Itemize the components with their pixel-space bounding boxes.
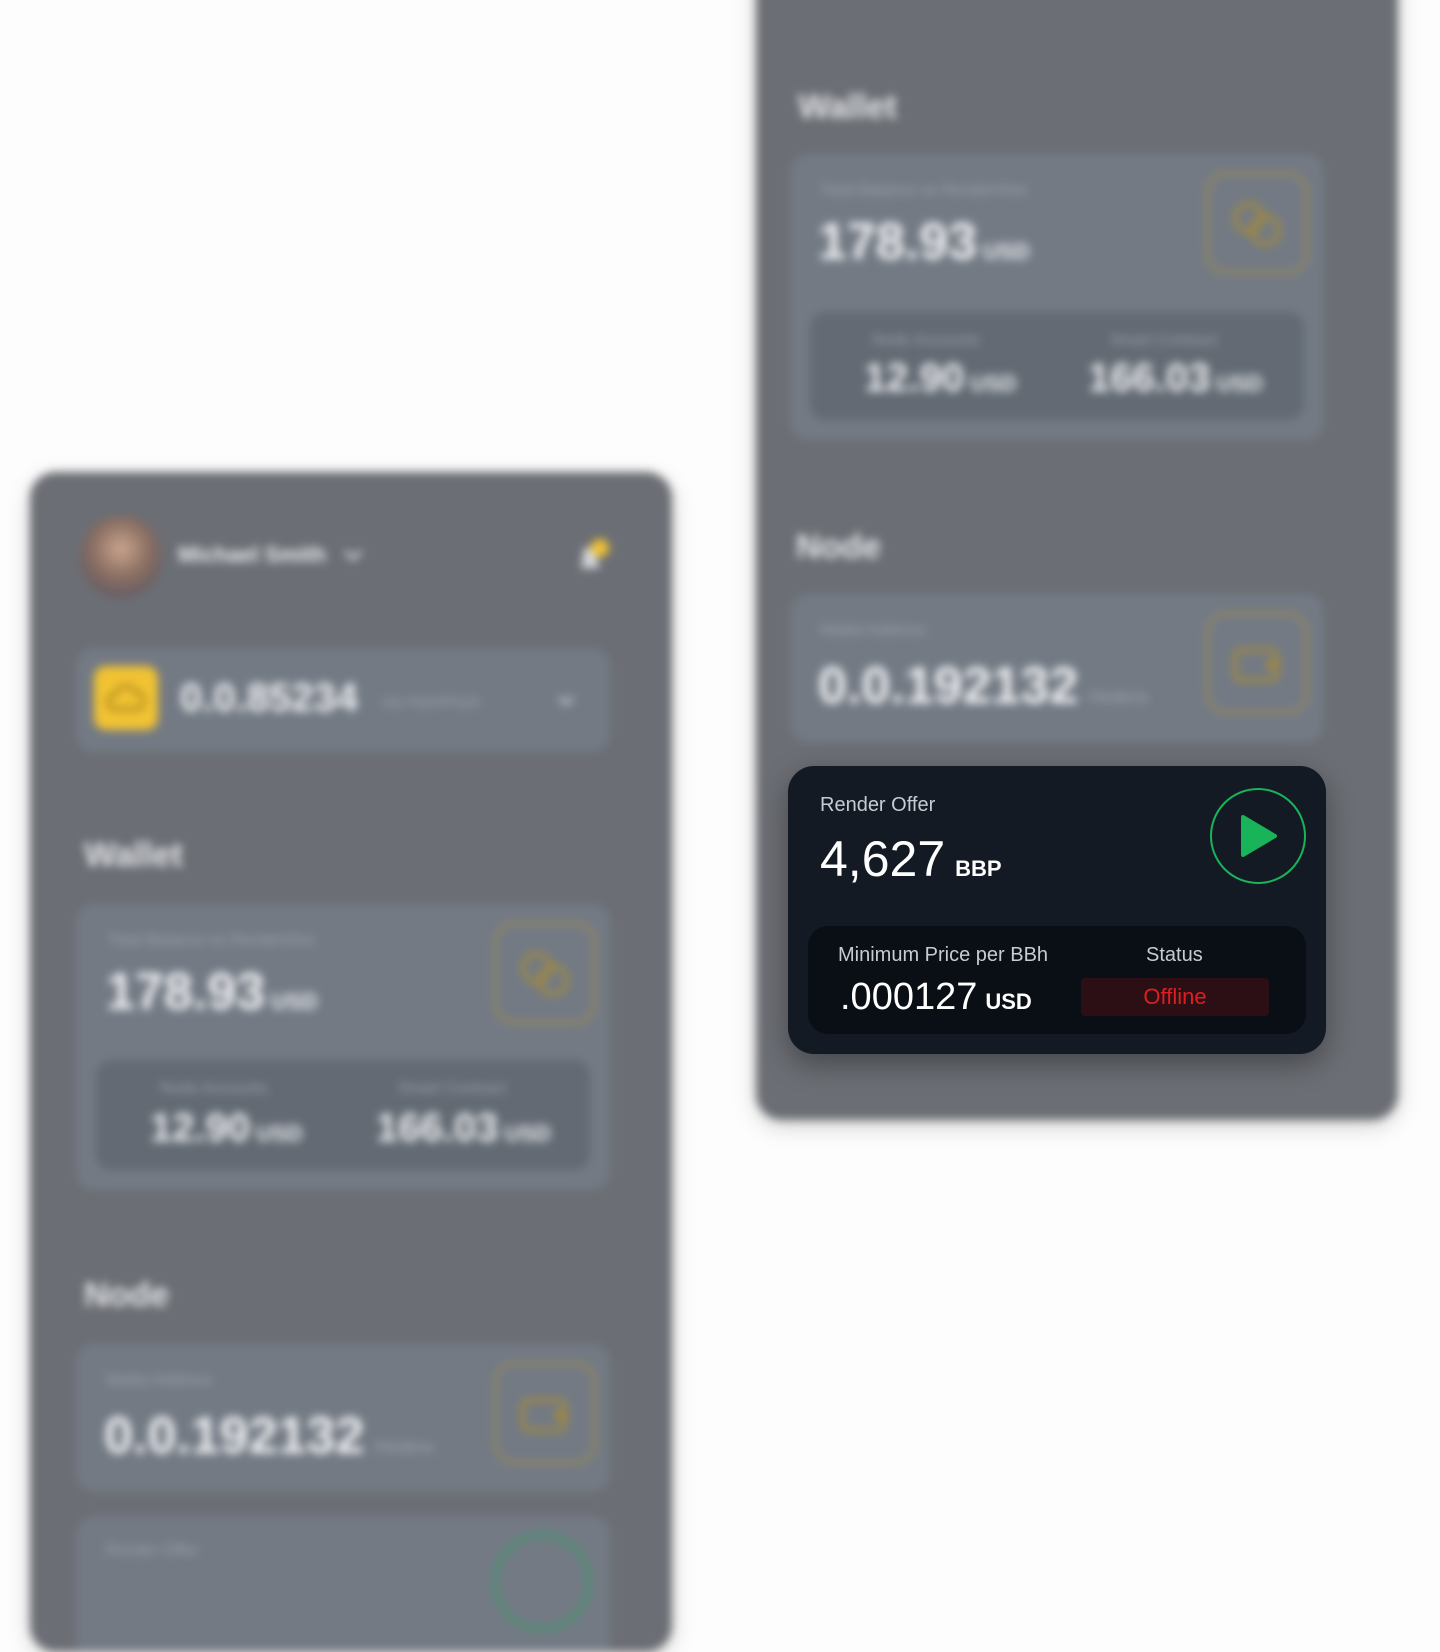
wallet-address-label: Wallet Address — [106, 1372, 213, 1389]
coins-icon[interactable] — [1206, 172, 1308, 274]
wallet-address-label: Wallet Address — [820, 622, 927, 639]
render-offer-card: Render Offer 4,627 BBP Minimum Price per … — [788, 766, 1326, 1054]
wallet-breakdown: Node Accounts 12.90 USD Smart Contract 16… — [96, 1060, 590, 1170]
wallet-icon[interactable] — [494, 1362, 596, 1464]
coins-icon[interactable] — [494, 922, 596, 1024]
min-price-label: Minimum Price per BBh — [838, 944, 1049, 966]
balance-source: via HashPack — [382, 694, 480, 711]
node-accounts-value: 12.90 USD — [864, 356, 1017, 400]
status-badge: Offline — [1081, 978, 1269, 1016]
avatar[interactable] — [80, 516, 162, 598]
smart-contract-label: Smart Contract — [1110, 332, 1218, 349]
node-accounts-value: 12.90 USD — [150, 1106, 303, 1150]
total-balance-label: Total Balance on RenderHive — [820, 182, 1028, 199]
left-dashboard-panel: Michael Smith 0.0.85234 via HashPack Wal… — [30, 472, 672, 1652]
total-balance-value: 178.93 USD — [106, 963, 318, 1021]
min-price-amount: .000127 — [840, 976, 978, 1018]
render-offer-label: Render Offer — [820, 794, 936, 816]
smart-contract-label: Smart Contract — [398, 1080, 506, 1097]
play-button-preview[interactable] — [494, 1534, 590, 1630]
node-wallet-card: Wallet Address 0.0.192132 Hedera — [76, 1344, 610, 1492]
cloud-icon — [94, 666, 158, 730]
balance-card[interactable]: 0.0.85234 via HashPack — [76, 648, 610, 752]
play-button[interactable] — [1210, 788, 1306, 884]
render-offer-details: Minimum Price per BBh .000127 USD Status … — [808, 926, 1306, 1034]
node-section-title: Node — [84, 1276, 169, 1314]
min-price-value: .000127 USD — [840, 976, 1032, 1019]
total-balance-label: Total Balance on RenderHive — [108, 932, 316, 949]
render-offer-unit: BBP — [955, 856, 1002, 881]
wallet-section-title: Wallet — [798, 88, 897, 126]
notification-bell-icon[interactable] — [570, 538, 610, 578]
wallet-card: Total Balance on RenderHive 178.93 USD No… — [790, 154, 1324, 440]
wallet-card: Total Balance on RenderHive 178.93 USD No… — [76, 904, 610, 1190]
user-name[interactable]: Michael Smith — [178, 542, 326, 568]
smart-contract-value: 166.03 USD — [376, 1106, 551, 1150]
wallet-icon[interactable] — [1206, 612, 1308, 714]
balance-dropdown-icon[interactable] — [554, 688, 578, 712]
status-label: Status — [1146, 944, 1203, 966]
total-balance-value: 178.93 USD — [818, 213, 1030, 271]
render-offer-card-preview: Render Offer — [76, 1516, 610, 1652]
node-accounts-label: Node Accounts — [872, 332, 980, 349]
balance-value: 0.0.85234 — [180, 676, 358, 720]
node-wallet-card: Wallet Address 0.0.192132 Hedera — [790, 594, 1324, 742]
play-icon — [1241, 815, 1277, 857]
render-offer-value: 4,627 BBP — [820, 830, 1002, 888]
wallet-breakdown: Node Accounts 12.90 USD Smart Contract 16… — [810, 312, 1304, 420]
wallet-address-value: 0.0.192132 Hedera — [104, 1407, 434, 1465]
render-offer-label: Render Offer — [106, 1542, 199, 1559]
min-price-unit: USD — [985, 989, 1032, 1014]
node-accounts-label: Node Accounts — [160, 1080, 268, 1097]
smart-contract-value: 166.03 USD — [1088, 356, 1263, 400]
chevron-down-icon[interactable] — [342, 544, 364, 566]
wallet-section-title: Wallet — [84, 836, 183, 874]
wallet-address-value: 0.0.192132 Hedera — [818, 657, 1148, 715]
render-offer-amount: 4,627 — [820, 831, 946, 887]
node-section-title: Node — [796, 528, 881, 566]
